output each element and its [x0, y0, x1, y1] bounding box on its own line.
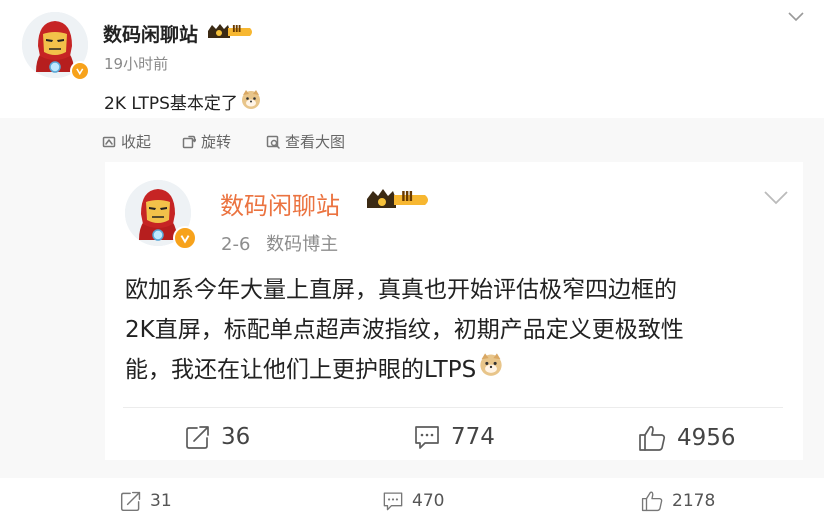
repost-date[interactable]: 2-6: [221, 234, 250, 255]
repost-text-line-last: 能，我还在让他们上更护眼的LTPS: [125, 350, 684, 390]
like-count: 2178: [672, 491, 716, 511]
rotate-label: 旋转: [201, 133, 232, 151]
repost-forward-count: 36: [221, 424, 251, 450]
view-large-image-label: 查看大图: [285, 133, 346, 151]
forward-icon: [186, 426, 209, 449]
repost-like-button[interactable]: 4956: [637, 424, 736, 452]
repost-rank-level-text: Ⅲ: [401, 190, 414, 205]
collapse-icon: [102, 136, 116, 147]
like-button[interactable]: 2178: [640, 490, 715, 512]
repost-forward-button[interactable]: 36: [185, 424, 250, 450]
comment-icon: [415, 426, 439, 449]
chevron-down-icon[interactable]: [787, 9, 805, 23]
post-text: 2K LTPS基本定了: [104, 94, 238, 114]
repost-card[interactable]: 数码闲聊站 Ⅲ 2-6 数码博主 欧加系今年大量上直屏，真真也开始评估极窄四边框…: [105, 162, 803, 460]
rank-level-text: Ⅲ: [232, 24, 242, 35]
rotate-icon: [182, 135, 196, 148]
doge-emoji-icon: [240, 88, 262, 115]
magnify-image-icon: [266, 135, 280, 149]
collapse-label: 收起: [121, 133, 152, 151]
verified-badge-icon: [70, 61, 90, 81]
image-viewer-panel: 收起 旋转 查看大图 数码闲聊站 Ⅲ 2-6 数码博主 欧加系今年大量上直屏，真…: [0, 118, 824, 478]
comment-button[interactable]: 470: [382, 490, 444, 512]
comment-icon: [383, 492, 403, 511]
post-text-row: 2K LTPS基本定了: [104, 88, 262, 115]
forward-icon: [120, 491, 141, 512]
repost-like-count: 4956: [677, 425, 736, 451]
view-large-image-button[interactable]: 查看大图: [266, 131, 345, 152]
repost-comment-count: 774: [451, 424, 495, 450]
forward-count: 31: [150, 491, 172, 511]
post-time[interactable]: 19小时前: [104, 53, 168, 74]
repost-divider: [123, 407, 783, 408]
repost-text-line: 欧加系今年大量上直屏，真真也开始评估极窄四边框的: [125, 277, 677, 303]
author-name[interactable]: 数码闲聊站: [103, 20, 198, 47]
rank-badge-icon: [206, 22, 256, 42]
repost-doge-emoji-icon: [478, 350, 504, 390]
repost-role: 数码博主: [266, 234, 339, 255]
repost-verified-badge-icon: [173, 226, 197, 250]
rotate-button[interactable]: 旋转: [182, 131, 231, 152]
repost-text-line: 2K直屏，标配单点超声波指纹，初期产品定义更极致性: [125, 317, 684, 343]
repost-text-line: 能，我还在让他们上更护眼的LTPS: [125, 357, 477, 383]
forward-button[interactable]: 31: [120, 490, 172, 512]
collapse-button[interactable]: 收起: [102, 131, 151, 152]
comment-count: 470: [412, 491, 445, 511]
repost-comment-button[interactable]: 774: [413, 424, 495, 450]
thumbs-up-icon: [639, 425, 666, 451]
repost-meta: 2-6 数码博主: [221, 230, 338, 256]
thumbs-up-icon: [641, 491, 663, 512]
repost-rank-badge-icon: [365, 187, 433, 213]
image-toolbar: 收起 旋转 查看大图: [0, 118, 824, 162]
repost-author-name[interactable]: 数码闲聊站: [220, 186, 340, 221]
repost-body: 欧加系今年大量上直屏，真真也开始评估极窄四边框的 2K直屏，标配单点超声波指纹，…: [125, 270, 684, 390]
repost-chevron-down-icon[interactable]: [763, 188, 789, 206]
